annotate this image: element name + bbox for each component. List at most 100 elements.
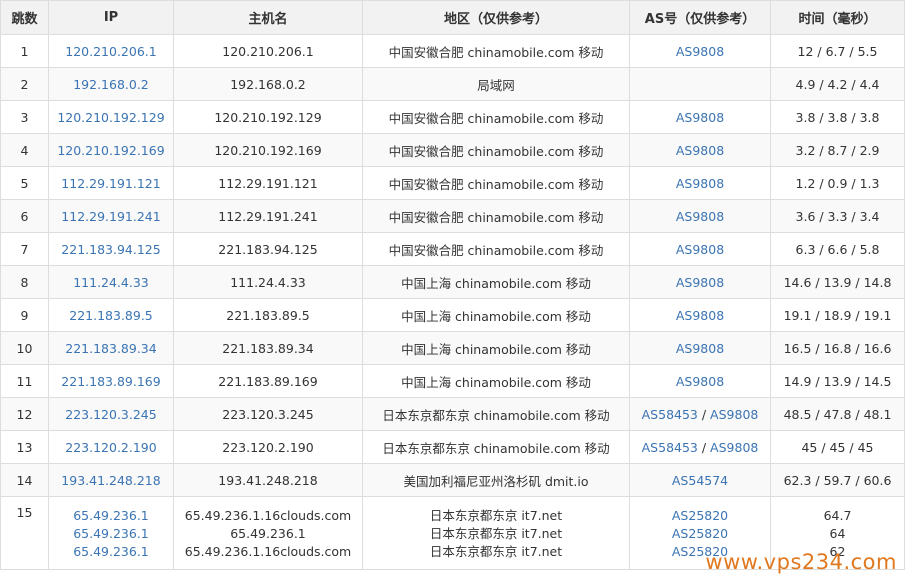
header-hop: 跳数 [0,0,49,35]
cell-hostname: 112.29.191.121 [173,166,363,200]
asn-link[interactable]: AS58453 [642,407,698,422]
table-row: 9 221.183.89.5 221.183.89.5 中国上海 chinamo… [0,298,905,332]
cell-ip-link[interactable]: 111.24.4.33 [48,265,174,299]
asn-link[interactable]: AS9808 [676,341,724,356]
asn-link[interactable]: AS9808 [676,176,724,191]
cell-hostname: 192.168.0.2 [173,67,363,101]
cell-region: 中国上海 chinamobile.com 移动 [362,364,630,398]
cell-hostname: 221.183.89.34 [173,331,363,365]
table-row: 4 120.210.192.169 120.210.192.169 中国安徽合肥… [0,133,905,167]
cell-time: 19.1 / 18.9 / 19.1 [770,298,905,332]
cell-time: 6.3 / 6.6 / 5.8 [770,232,905,266]
cell-ip-link[interactable]: 65.49.236.1 [53,525,169,543]
cell-ip-link[interactable]: 193.41.248.218 [48,463,174,497]
cell-hop: 1 [0,34,49,68]
asn-link[interactable]: AS9808 [676,44,724,59]
asn-link[interactable]: AS54574 [672,473,728,488]
header-ip: IP [48,0,174,35]
cell-ip-link[interactable]: 221.183.89.5 [48,298,174,332]
cell-ip-link[interactable]: 221.183.94.125 [48,232,174,266]
cell-region: 中国安徽合肥 chinamobile.com 移动 [362,232,630,266]
cell-hop: 9 [0,298,49,332]
cell-asn: AS9808 [629,199,771,233]
site-watermark: www.vps234.com [705,550,897,574]
cell-asn: AS9808 [629,34,771,68]
cell-ip-link[interactable]: 223.120.2.190 [48,430,174,464]
asn-link[interactable]: AS9808 [710,407,758,422]
cell-ip-link[interactable]: 65.49.236.1 [53,507,169,525]
asn-link[interactable]: AS9808 [676,308,724,323]
cell-ip-link[interactable]: 120.210.192.129 [48,100,174,134]
header-time: 时间（毫秒） [770,0,905,35]
cell-hostname: 65.49.236.1 [230,526,306,541]
asn-link[interactable]: AS9808 [676,374,724,389]
cell-ip-link[interactable]: 221.183.89.34 [48,331,174,365]
table-row: 10 221.183.89.34 221.183.89.34 中国上海 chin… [0,331,905,365]
asn-link[interactable]: AS9808 [676,143,724,158]
cell-region: 日本东京都东京 chinamobile.com 移动 [362,397,630,431]
cell-region: 美国加利福尼亚州洛杉矶 dmit.io [362,463,630,497]
cell-asn: AS9808 [629,100,771,134]
asn-separator: / [697,439,711,455]
cell-ip-link[interactable]: 112.29.191.241 [48,199,174,233]
cell-region: 日本东京都东京 it7.net [429,544,563,559]
asn-link[interactable]: AS9808 [676,275,724,290]
table-row: 5 112.29.191.121 112.29.191.121 中国安徽合肥 c… [0,166,905,200]
cell-asn: AS9808 [629,166,771,200]
cell-hostname: 223.120.3.245 [173,397,363,431]
cell-ip-link[interactable]: 120.210.206.1 [48,34,174,68]
cell-hostname: 120.210.192.129 [173,100,363,134]
table-row: 8 111.24.4.33 111.24.4.33 中国上海 chinamobi… [0,265,905,299]
cell-region: 中国上海 chinamobile.com 移动 [362,331,630,365]
cell-ip-link[interactable]: 120.210.192.169 [48,133,174,167]
asn-link[interactable]: AS58453 [642,440,698,455]
header-region: 地区（仅供参考） [362,0,630,35]
cell-ip-link[interactable]: 192.168.0.2 [48,67,174,101]
cell-ip-link[interactable]: 223.120.3.245 [48,397,174,431]
cell-asn: AS9808 [629,133,771,167]
table-row: 2 192.168.0.2 192.168.0.2 局域网 4.9 / 4.2 … [0,67,905,101]
cell-region: 日本东京都东京 it7.net [429,526,563,541]
asn-separator: / [697,406,711,422]
asn-link[interactable]: AS9808 [676,110,724,125]
cell-asn: AS9808 [629,232,771,266]
cell-region: 中国安徽合肥 chinamobile.com 移动 [362,133,630,167]
cell-asn: AS58453 / AS9808 [629,397,771,431]
cell-hostname: 120.210.206.1 [173,34,363,68]
traceroute-table: 跳数 IP 主机名 地区（仅供参考） AS号（仅供参考） 时间（毫秒） 1 12… [0,0,905,570]
cell-asn [629,67,771,101]
asn-link[interactable]: AS9808 [710,440,758,455]
cell-hop: 7 [0,232,49,266]
cell-time: 62.3 / 59.7 / 60.6 [770,463,905,497]
cell-region-list: 日本东京都东京 it7.net 日本东京都东京 it7.net 日本东京都东京 … [362,496,630,570]
cell-region: 中国安徽合肥 chinamobile.com 移动 [362,34,630,68]
asn-link[interactable]: AS9808 [676,242,724,257]
cell-time: 4.9 / 4.2 / 4.4 [770,67,905,101]
asn-link[interactable]: AS9808 [676,209,724,224]
cell-hostname: 65.49.236.1.16clouds.com [184,508,352,523]
table-row: 7 221.183.94.125 221.183.94.125 中国安徽合肥 c… [0,232,905,266]
table-row: 11 221.183.89.169 221.183.89.169 中国上海 ch… [0,364,905,398]
cell-asn: AS54574 [629,463,771,497]
cell-time: 16.5 / 16.8 / 16.6 [770,331,905,365]
cell-ip-link[interactable]: 112.29.191.121 [48,166,174,200]
cell-time: 3.6 / 3.3 / 3.4 [770,199,905,233]
header-hostname: 主机名 [173,0,363,35]
cell-time: 3.2 / 8.7 / 2.9 [770,133,905,167]
cell-time: 3.8 / 3.8 / 3.8 [770,100,905,134]
cell-time: 1.2 / 0.9 / 1.3 [770,166,905,200]
cell-ip-link[interactable]: 65.49.236.1 [53,543,169,561]
asn-link[interactable]: AS25820 [634,525,766,543]
cell-hostname: 221.183.94.125 [173,232,363,266]
cell-hostname: 120.210.192.169 [173,133,363,167]
cell-time: 64 [829,526,846,541]
cell-hostname: 223.120.2.190 [173,430,363,464]
cell-ip-link[interactable]: 221.183.89.169 [48,364,174,398]
cell-hop: 14 [0,463,49,497]
cell-region: 中国安徽合肥 chinamobile.com 移动 [362,166,630,200]
asn-link[interactable]: AS25820 [634,507,766,525]
header-asn: AS号（仅供参考） [629,0,771,35]
table-header-row: 跳数 IP 主机名 地区（仅供参考） AS号（仅供参考） 时间（毫秒） [0,0,905,35]
cell-asn: AS9808 [629,364,771,398]
cell-hop: 11 [0,364,49,398]
